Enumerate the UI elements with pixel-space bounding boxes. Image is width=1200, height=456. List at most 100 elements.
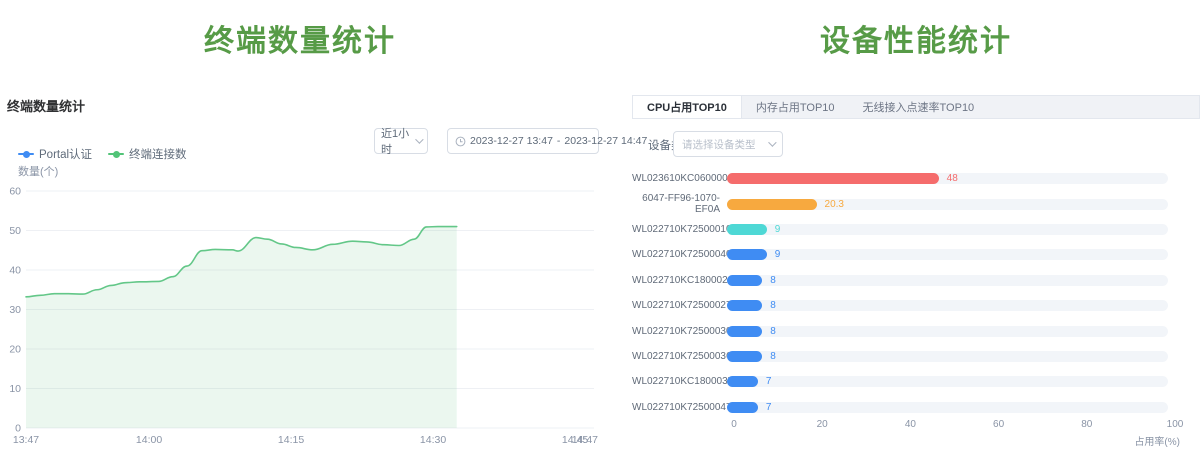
area-fill [26,227,457,428]
chevron-down-icon [415,135,423,143]
bar-track: 20.3 [727,199,1168,210]
bar-fill[interactable] [727,376,758,387]
bar-row-4: WL022710KC18000280 8 [632,268,1200,293]
bar-row-3: WL022710K725000409 9 [632,242,1200,267]
x-tick-label: 14:15 [278,434,304,446]
bar-value-label: 8 [770,300,776,311]
bar-fill[interactable] [727,224,767,235]
bar-x-axis-name: 占用率(%) [1134,433,1180,448]
bar-track: 9 [727,224,1168,235]
bar-fill[interactable] [727,249,767,260]
bar-row-6: WL022710K725000307 8 [632,318,1200,343]
device-performance-panel: 设备性能统计 CPU占用TOP10内存占用TOP10无线接入点速率TOP10 设… [632,0,1200,456]
bar-value-label: 8 [770,326,776,337]
legend-label: Portal认证 [39,146,92,162]
bar-value-label: 9 [775,249,781,260]
x-tick-label: 14:47 [572,434,598,446]
left-card-title: 终端数量统计 [7,96,85,115]
tab-2[interactable]: 无线接入点速率TOP10 [849,96,989,118]
chevron-down-icon [768,138,776,146]
chart-legend: Portal认证 终端连接数 [18,146,187,162]
bar-row-5: WL022710K725000272 8 [632,293,1200,318]
device-name-label[interactable]: WL022710KC18000280 [632,275,727,286]
bar-track: 8 [727,326,1168,337]
bar-x-tick-label: 60 [993,419,1004,430]
bar-value-label: 7 [766,376,772,387]
legend-item-0[interactable]: Portal认证 [18,146,92,162]
bar-x-tick-label: 80 [1081,419,1092,430]
bar-row-8: WL022710KC18000372 7 [632,369,1200,394]
bar-x-tick-label: 0 [731,419,737,430]
legend-item-1[interactable]: 终端连接数 [108,146,187,162]
bar-track: 8 [727,351,1168,362]
bar-row-2: WL022710K725000102 9 [632,217,1200,242]
bar-x-tick-label: 100 [1167,419,1184,430]
bar-row-7: WL022710K725000369 8 [632,344,1200,369]
cpu-top10-bar-chart: WL023610KC06000043 48 6047-FF96-1070-EF0A 2… [632,166,1200,420]
left-page-title: 终端数量统计 [0,16,600,60]
bar-x-axis: 0 20 40 60 80 100 [632,419,1200,433]
device-name-label[interactable]: WL022710K725000470 [632,402,727,413]
bar-value-label: 20.3 [825,199,844,210]
right-page-title: 设备性能统计 [632,16,1200,60]
bar-track: 48 [727,173,1168,184]
bar-fill[interactable] [727,326,762,337]
time-range-select[interactable]: 近1小时 [374,128,428,154]
bar-value-label: 48 [947,173,958,184]
bar-fill[interactable] [727,173,939,184]
clock-icon [455,136,466,147]
bar-track: 9 [727,249,1168,260]
bar-value-label: 8 [770,351,776,362]
device-name-label[interactable]: WL022710KC18000372 [632,376,727,387]
bar-track: 8 [727,300,1168,311]
y-axis-name: 数量(个) [18,163,58,179]
y-tick-label: 60 [9,186,21,198]
bar-x-tick-label: 20 [817,419,828,430]
device-name-label[interactable]: WL022710K725000369 [632,351,727,362]
bar-row-0: WL023610KC06000043 48 [632,166,1200,191]
y-tick-label: 20 [9,344,21,356]
bar-track: 7 [727,376,1168,387]
bar-track: 7 [727,402,1168,413]
y-tick-label: 50 [9,225,21,237]
device-name-label[interactable]: WL023610KC06000043 [632,173,727,184]
performance-tabs: CPU占用TOP10内存占用TOP10无线接入点速率TOP10 [632,95,1200,119]
bar-fill[interactable] [727,199,817,210]
bar-row-1: 6047-FF96-1070-EF0A 20.3 [632,191,1200,216]
date-range-start[interactable]: 2023-12-27 13:47 [470,135,553,147]
y-tick-label: 30 [9,304,21,316]
legend-label: 终端连接数 [129,146,187,162]
y-tick-label: 40 [9,265,21,277]
terminal-count-area-chart[interactable]: 010203040506013:4714:0014:1514:3014:4514… [0,185,600,449]
bar-track: 8 [727,275,1168,286]
bar-value-label: 8 [770,275,776,286]
terminal-count-panel: 终端数量统计 终端数量统计 近1小时 2023-12-27 13:47 - 20… [0,0,600,456]
bar-row-9: WL022710K725000470 7 [632,395,1200,420]
x-tick-label: 13:47 [13,434,39,446]
device-type-placeholder: 请选择设备类型 [682,137,756,152]
bar-fill[interactable] [727,402,758,413]
x-tick-label: 14:30 [420,434,446,446]
device-name-label[interactable]: WL022710K725000102 [632,224,727,235]
device-name-label[interactable]: 6047-FF96-1070-EF0A [632,193,727,215]
bar-fill[interactable] [727,275,762,286]
tab-1[interactable]: 内存占用TOP10 [742,96,849,118]
bar-fill[interactable] [727,300,762,311]
time-range-value: 近1小时 [381,125,415,157]
x-tick-label: 14:00 [136,434,162,446]
legend-marker-icon [18,153,34,155]
legend-marker-icon [108,153,124,155]
date-range-picker[interactable]: 2023-12-27 13:47 - 2023-12-27 14:47 [447,128,599,154]
tab-0[interactable]: CPU占用TOP10 [633,96,742,118]
bar-value-label: 7 [766,402,772,413]
bar-value-label: 9 [775,224,781,235]
y-tick-label: 10 [9,383,21,395]
date-range-separator: - [557,135,561,147]
device-type-select[interactable]: 请选择设备类型 [673,131,783,157]
bar-fill[interactable] [727,351,762,362]
bar-x-tick-label: 40 [905,419,916,430]
y-tick-label: 0 [15,423,21,435]
device-name-label[interactable]: WL022710K725000272 [632,300,727,311]
device-name-label[interactable]: WL022710K725000409 [632,249,727,260]
device-name-label[interactable]: WL022710K725000307 [632,326,727,337]
